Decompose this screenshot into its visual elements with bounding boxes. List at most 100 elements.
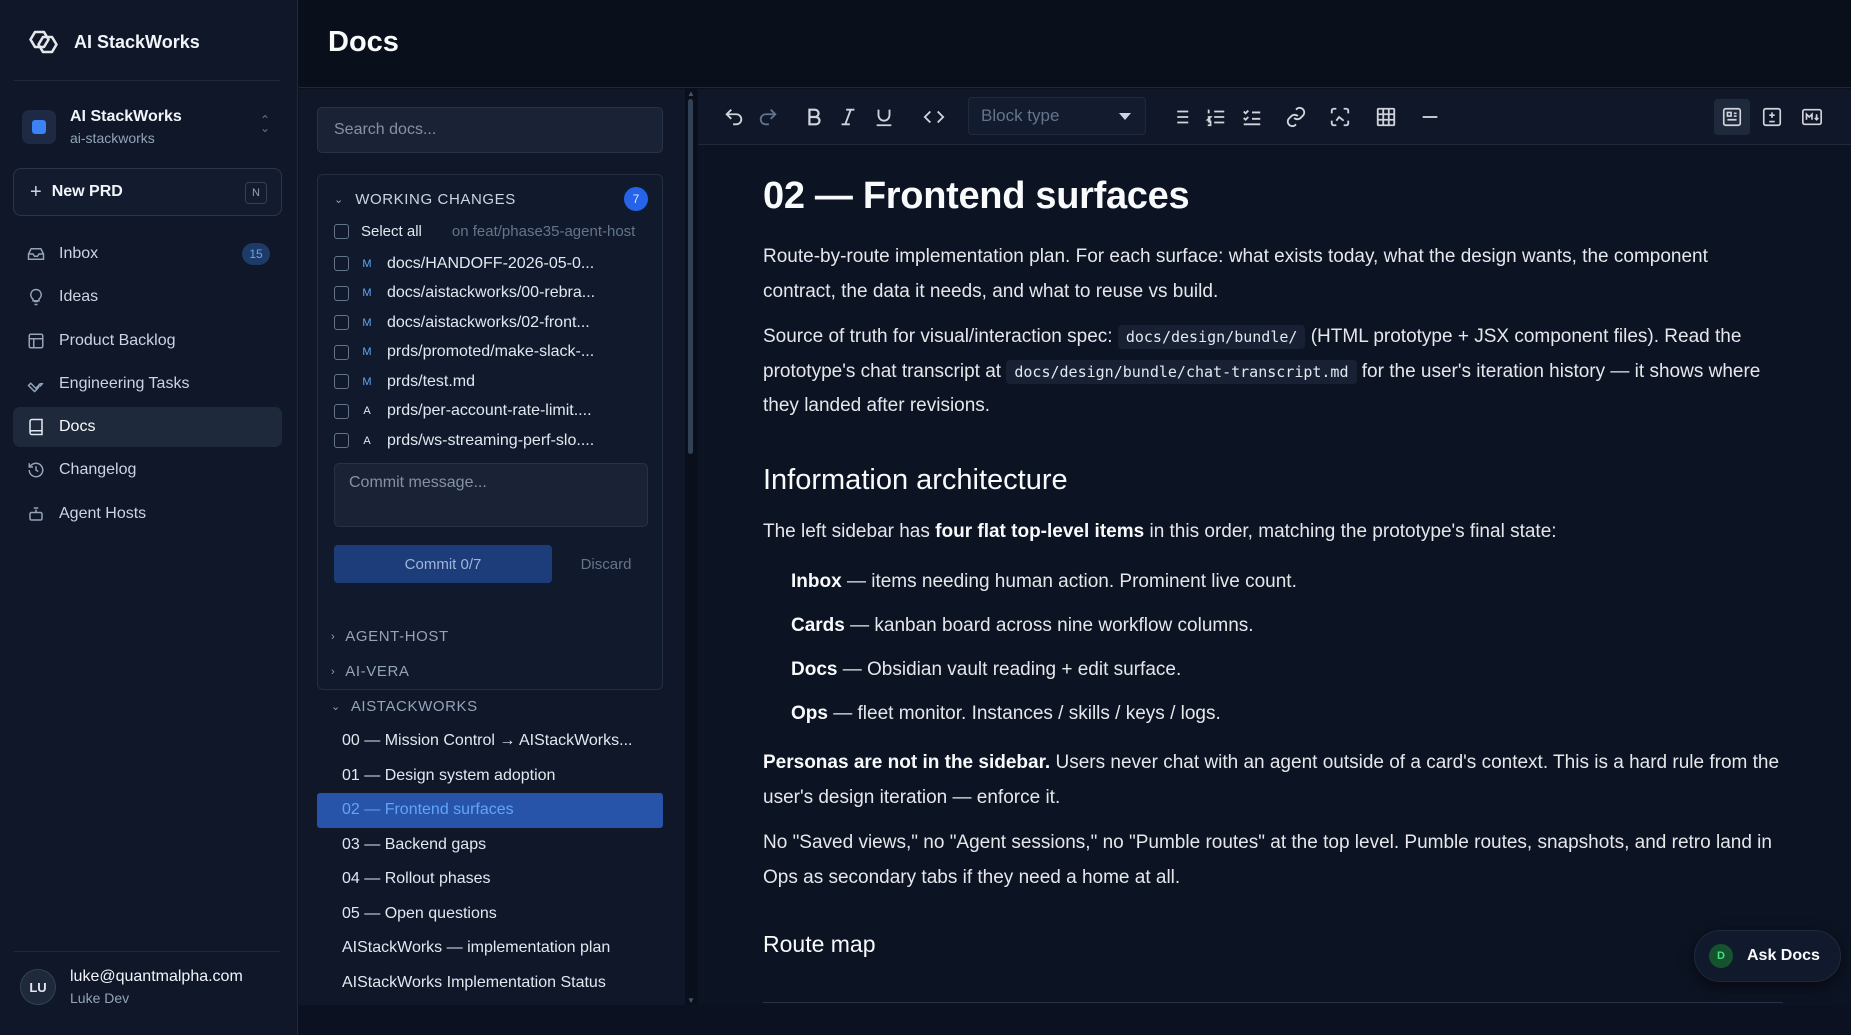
sidebar-divider — [14, 951, 280, 952]
tree-group-ai-vera[interactable]: › AI-VERA — [317, 654, 663, 689]
table-icon[interactable] — [1372, 103, 1400, 131]
sidebar-item-inbox[interactable]: Inbox 15 — [13, 234, 282, 274]
changed-file-row[interactable]: Mprds/test.md — [334, 367, 652, 397]
changed-file-row[interactable]: Aprds/per-account-rate-limit.... — [334, 397, 652, 427]
lightbulb-icon — [27, 288, 45, 306]
redo-icon[interactable] — [754, 103, 782, 131]
chevron-up-down-icon: ⌃ ⌄ — [259, 113, 270, 135]
undo-icon[interactable] — [720, 103, 748, 131]
link-icon[interactable] — [1282, 103, 1310, 131]
status-badge: M — [362, 316, 372, 329]
new-prd-button[interactable]: + New PRD N — [13, 168, 282, 216]
new-prd-label: New PRD — [51, 183, 123, 200]
status-badge: M — [362, 346, 372, 359]
brand[interactable]: AI StackWorks — [22, 26, 200, 58]
user-menu[interactable]: LU luke@quantmalpha.com Luke Dev — [20, 968, 243, 1006]
doc-subheading: Route map — [763, 931, 876, 957]
changed-file-row[interactable]: Mdocs/aistackworks/02-front... — [334, 308, 652, 338]
status-badge: M — [362, 287, 372, 300]
layout-icon — [27, 332, 45, 350]
file-checkbox[interactable] — [334, 374, 349, 390]
bullet-list-icon[interactable] — [1166, 103, 1194, 131]
checklist-icon[interactable] — [1238, 103, 1266, 131]
sidebar-item-engineering-tasks[interactable]: Engineering Tasks — [13, 364, 282, 404]
image-icon[interactable] — [1326, 103, 1354, 131]
doc-paragraph: Personas are not in the sidebar. Users n… — [763, 752, 1780, 808]
diff-mode-icon[interactable] — [1754, 99, 1790, 135]
file-path: prds/test.md — [387, 372, 476, 390]
file-path: prds/ws-streaming-perf-slo.... — [387, 431, 595, 449]
file-checkbox[interactable] — [334, 403, 349, 419]
changed-file-row[interactable]: Mdocs/aistackworks/00-rebra... — [334, 279, 652, 309]
tree-group-label: AI-VERA — [345, 663, 410, 680]
file-checkbox[interactable] — [334, 433, 349, 449]
file-checkbox[interactable] — [334, 344, 349, 360]
underline-icon[interactable] — [870, 103, 898, 131]
file-checkbox[interactable] — [334, 315, 349, 331]
doc-tree-item[interactable]: AIStackWorks Implementation Status — [317, 966, 663, 1001]
doc-tree-item[interactable]: 04 — Rollout phases — [317, 862, 663, 897]
sidebar-item-agent-hosts[interactable]: Agent Hosts — [13, 494, 282, 534]
tree-group-aistackworks[interactable]: ⌄ AISTACKWORKS — [317, 689, 663, 724]
changed-file-row[interactable]: Mdocs/HANDOFF-2026-05-0... — [334, 249, 652, 279]
page-title: Docs — [328, 26, 399, 58]
status-badge: M — [362, 375, 372, 388]
file-checkbox[interactable] — [334, 285, 349, 301]
scroll-up-icon[interactable]: ▲ — [687, 89, 695, 98]
chevron-down-icon: ⌄ — [331, 701, 341, 713]
inline-code: docs/design/bundle/chat-transcript.md — [1006, 359, 1357, 384]
working-changes-panel: ⌄ WORKING CHANGES 7 Select all on feat/p… — [317, 174, 663, 690]
doc-list: Inbox — items needing human action. Prom… — [763, 560, 1783, 736]
app-sidebar: AI StackWorks AI StackWorks ai-stackwork… — [0, 0, 298, 1035]
doc-paragraph: Source of truth for visual/interaction s… — [763, 325, 1761, 416]
code-icon[interactable] — [920, 103, 948, 131]
sidebar-item-ideas[interactable]: Ideas — [13, 277, 282, 317]
working-changes-header[interactable]: ⌄ WORKING CHANGES 7 — [334, 187, 648, 211]
inbox-count-badge: 15 — [242, 243, 270, 265]
numbered-list-icon[interactable] — [1202, 103, 1230, 131]
doc-tree-item[interactable]: 03 — Backend gaps — [317, 828, 663, 863]
commit-button[interactable]: Commit 0/7 — [334, 545, 552, 583]
sidebar-item-label: Engineering Tasks — [59, 374, 190, 392]
tree-group-agent-host[interactable]: › AGENT-HOST — [317, 619, 663, 654]
select-all-checkbox[interactable] — [334, 223, 349, 239]
bold-icon[interactable] — [800, 103, 828, 131]
docs-pane-scrollbar[interactable]: ▲ ▼ — [685, 89, 697, 1005]
doc-tree-item[interactable]: 01 — Design system adoption — [317, 759, 663, 794]
horizontal-rule-icon[interactable] — [1416, 103, 1444, 131]
search-docs-input[interactable] — [317, 107, 663, 153]
ask-docs-button[interactable]: D Ask Docs — [1694, 930, 1841, 982]
discard-button[interactable]: Discard — [564, 545, 648, 583]
chevron-down-icon — [1119, 113, 1131, 120]
workspace-switcher[interactable]: AI StackWorks ai-stackworks ⌃ ⌄ — [22, 102, 278, 152]
user-email: luke@quantmalpha.com — [70, 968, 243, 985]
workspace-avatar — [22, 110, 56, 144]
changed-file-row[interactable]: Aprds/ws-streaming-perf-slo.... — [334, 426, 652, 456]
commit-message-input[interactable] — [334, 463, 648, 527]
sidebar-item-product-backlog[interactable]: Product Backlog — [13, 321, 282, 361]
sidebar-item-label: Ideas — [59, 288, 99, 306]
doc-tree-item[interactable]: 05 — Open questions — [317, 897, 663, 932]
changed-files-list: Mdocs/HANDOFF-2026-05-0... Mdocs/aistack… — [334, 249, 652, 456]
block-type-select[interactable]: Block type — [968, 97, 1146, 135]
branch-label: on feat/phase35-agent-host — [451, 222, 636, 240]
file-checkbox[interactable] — [334, 256, 349, 272]
markdown-mode-icon[interactable] — [1794, 99, 1830, 135]
sidebar-item-label: Agent Hosts — [59, 504, 147, 522]
status-badge: A — [363, 405, 371, 418]
block-type-placeholder: Block type — [981, 106, 1060, 125]
sidebar-item-docs[interactable]: Docs — [13, 407, 282, 448]
rich-text-mode-icon[interactable] — [1714, 99, 1750, 135]
sidebar-item-changelog[interactable]: Changelog — [13, 450, 282, 490]
changed-file-row[interactable]: Mprds/promoted/make-slack-... — [334, 338, 652, 368]
doc-tree-item-active[interactable]: 02 — Frontend surfaces — [317, 793, 663, 828]
doc-tree-item[interactable]: 00 — Mission Control → AIStackWorks... — [317, 724, 663, 759]
chevron-right-icon: › — [331, 665, 336, 678]
italic-icon[interactable] — [834, 103, 862, 131]
doc-content[interactable]: 02 — Frontend surfaces Route-by-route im… — [763, 175, 1783, 958]
doc-heading: Information architecture — [763, 463, 1068, 496]
scrollbar-thumb[interactable] — [688, 99, 693, 454]
user-name: Luke Dev — [70, 990, 130, 1006]
scroll-down-icon[interactable]: ▼ — [687, 996, 695, 1005]
doc-tree-item[interactable]: AIStackWorks — implementation plan — [317, 931, 663, 966]
